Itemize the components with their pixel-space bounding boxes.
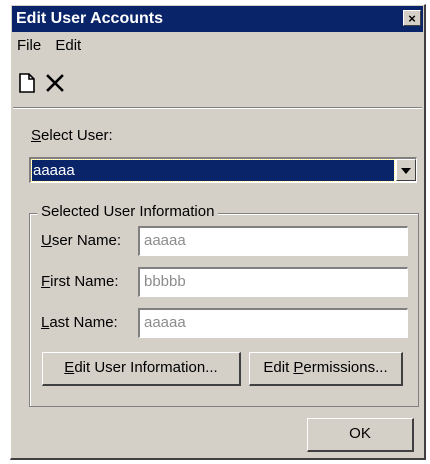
lastname-label: Last Name: [41,314,118,331]
window-title: Edit User Accounts [16,10,163,27]
firstname-label: First Name: [41,273,119,290]
username-field[interactable]: aaaaa [138,226,408,256]
username-label: User Name: [41,232,122,249]
edit-permissions-button[interactable]: Edit Permissions... [249,352,403,386]
new-document-icon [19,73,35,93]
delete-x-icon [46,74,64,92]
ok-button[interactable]: OK [307,418,414,452]
title-bar[interactable]: Edit User Accounts × [12,6,423,32]
group-title: Selected User Information [37,203,219,220]
chevron-down-icon [401,168,411,174]
firstname-field[interactable]: bbbbb [138,267,408,297]
dropdown-button[interactable] [396,159,416,181]
menu-edit[interactable]: Edit [55,37,81,54]
menu-bar: File Edit [13,34,422,58]
menu-file[interactable]: File [17,37,41,54]
close-button[interactable]: × [403,10,421,26]
edit-user-information-button[interactable]: Edit User Information... [42,352,241,386]
close-icon: × [408,11,416,26]
delete-user-button[interactable] [43,71,67,95]
select-user-label: Select User: [31,127,113,144]
lastname-field[interactable]: aaaaa [138,308,408,338]
select-user-combobox[interactable]: aaaaa [29,157,417,183]
select-user-value: aaaaa [31,159,395,182]
new-user-button[interactable] [15,71,39,95]
toolbar-separator [13,107,422,109]
edit-user-accounts-window: Edit User Accounts × File Edit Select Us… [10,4,426,460]
